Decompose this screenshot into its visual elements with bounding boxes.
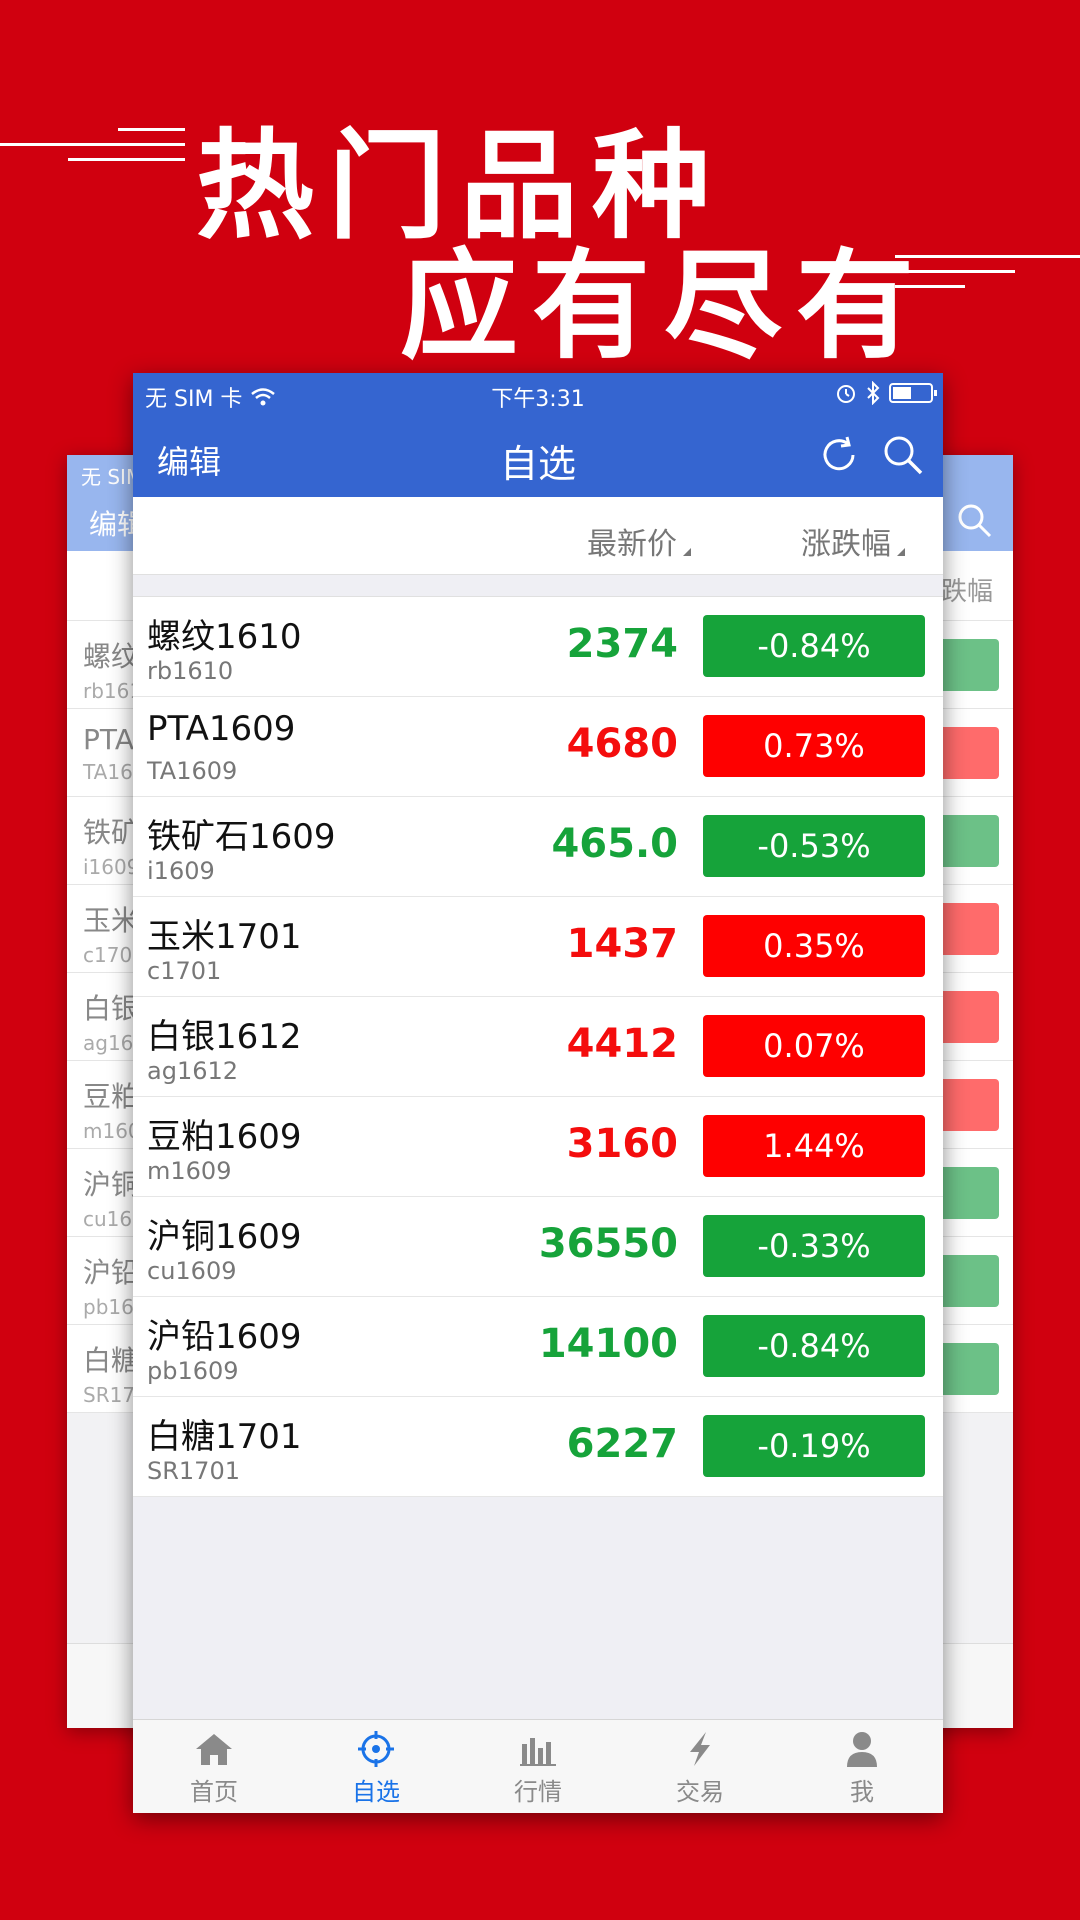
wifi-icon — [251, 388, 276, 406]
status-right — [835, 381, 937, 405]
contract-name: PTA1609 — [147, 709, 296, 749]
back-change-badge — [939, 815, 999, 867]
tab-label: 自选 — [352, 1778, 400, 1806]
change-percent-label: 涨跌幅 — [801, 527, 891, 562]
table-row[interactable]: 豆粕1609 m1609 3160 1.44% — [133, 1097, 943, 1197]
table-row[interactable]: 铁矿石1609 i1609 465.0 -0.53% — [133, 797, 943, 897]
status-bar: 无 SIM 卡 下午3:31 — [133, 373, 943, 413]
contract-code: pb1609 — [147, 1357, 239, 1385]
table-row[interactable]: 沪铅1609 pb1609 14100 -0.84% — [133, 1297, 943, 1397]
back-change-badge — [939, 1167, 999, 1219]
watchlist: 螺纹1610 rb1610 2374 -0.84% PTA1609 TA1609 4680 0… — [133, 597, 943, 1497]
bar-chart-icon — [520, 1738, 556, 1766]
status-left: 无 SIM 卡 — [145, 381, 276, 413]
tab-label: 交易 — [676, 1778, 724, 1806]
change-percent-badge[interactable]: -0.53% — [703, 815, 925, 877]
tab-trade[interactable]: 交易 — [619, 1720, 781, 1813]
sort-triangle-icon — [683, 548, 691, 556]
table-row[interactable]: 玉米1701 c1701 1437 0.35% — [133, 897, 943, 997]
change-percent-badge[interactable]: -0.84% — [703, 615, 925, 677]
table-row[interactable]: 白银1612 ag1612 4412 0.07% — [133, 997, 943, 1097]
home-icon — [196, 1734, 232, 1765]
bluetooth-icon — [867, 381, 880, 405]
contract-code: c1701 — [147, 957, 222, 985]
latest-price: 1437 — [566, 921, 678, 967]
crosshair-icon — [358, 1731, 394, 1767]
tab-label: 首页 — [190, 1778, 238, 1806]
battery-icon — [889, 383, 937, 403]
tab-label: 行情 — [514, 1778, 562, 1806]
contract-code: TA1609 — [147, 757, 238, 785]
sort-latest-price[interactable]: 最新价 — [587, 519, 691, 563]
banner-headline-2: 应有尽有 — [400, 236, 929, 375]
contract-code: ag1612 — [147, 1057, 239, 1085]
back-change-badge — [939, 727, 999, 779]
contract-code: cu1609 — [147, 1257, 237, 1285]
change-percent-badge[interactable]: -0.33% — [703, 1215, 925, 1277]
table-row[interactable]: 沪铜1609 cu1609 36550 -0.33% — [133, 1197, 943, 1297]
change-percent-badge[interactable]: 0.07% — [703, 1015, 925, 1077]
latest-price: 36550 — [538, 1221, 678, 1267]
phone-screen: 无 SIM 卡 下午3:31 编辑 自选 最新价 涨跌幅 螺纹1610 rb16… — [133, 373, 943, 1813]
latest-price: 4680 — [566, 721, 678, 767]
contract-name: 沪铅1609 — [147, 1317, 302, 1357]
banner-line — [68, 158, 185, 161]
contract-name: 铁矿石1609 — [147, 817, 336, 857]
change-percent-badge[interactable]: -0.19% — [703, 1415, 925, 1477]
nav-bar: 编辑 自选 — [133, 413, 943, 497]
contract-name: 沪铜1609 — [147, 1217, 302, 1257]
tab-me[interactable]: 我 — [781, 1720, 943, 1813]
change-percent-badge[interactable]: 0.35% — [703, 915, 925, 977]
back-change-badge — [939, 1255, 999, 1307]
lightning-icon — [690, 1732, 710, 1766]
contract-name: 白糖1701 — [147, 1417, 302, 1457]
back-change-badge — [939, 1079, 999, 1131]
alarm-icon — [837, 385, 855, 403]
search-icon[interactable] — [881, 433, 925, 477]
back-change-badge — [939, 1343, 999, 1395]
sort-change-percent[interactable]: 涨跌幅 — [801, 519, 905, 563]
table-row[interactable]: PTA1609 TA1609 4680 0.73% — [133, 697, 943, 797]
back-change-badge — [939, 903, 999, 955]
latest-price: 6227 — [566, 1421, 678, 1467]
change-percent-badge[interactable]: 1.44% — [703, 1115, 925, 1177]
latest-price: 4412 — [566, 1021, 678, 1067]
user-icon — [847, 1732, 877, 1767]
latest-price: 465.0 — [551, 821, 678, 867]
contract-code: SR1701 — [147, 1457, 240, 1485]
carrier-label: 无 SIM 卡 — [145, 387, 243, 412]
contract-code: m1609 — [147, 1157, 232, 1185]
back-change-badge — [939, 991, 999, 1043]
contract-code: rb1610 — [147, 657, 234, 685]
page-title: 自选 — [499, 442, 577, 486]
banner-line — [118, 128, 185, 131]
back-search-icon — [958, 504, 992, 538]
contract-code: i1609 — [147, 857, 215, 885]
contract-name: 白银1612 — [147, 1017, 302, 1057]
table-row[interactable]: 白糖1701 SR1701 6227 -0.19% — [133, 1397, 943, 1497]
contract-name: 玉米1701 — [147, 917, 302, 957]
header-spacer — [133, 575, 943, 597]
edit-button[interactable]: 编辑 — [157, 437, 221, 483]
table-row[interactable]: 螺纹1610 rb1610 2374 -0.84% — [133, 597, 943, 697]
contract-name: 螺纹1610 — [147, 617, 302, 657]
latest-price-label: 最新价 — [587, 527, 677, 562]
tab-bar: 首页 自选 行情 交易 我 — [133, 1719, 943, 1813]
tab-market[interactable]: 行情 — [457, 1720, 619, 1813]
latest-price: 3160 — [566, 1121, 678, 1167]
refresh-icon[interactable] — [817, 433, 861, 477]
change-percent-badge[interactable]: 0.73% — [703, 715, 925, 777]
tab-home[interactable]: 首页 — [133, 1720, 295, 1813]
tab-label: 我 — [850, 1778, 874, 1806]
contract-name: 豆粕1609 — [147, 1117, 302, 1157]
tab-watchlist[interactable]: 自选 — [295, 1720, 457, 1813]
column-header: 最新价 涨跌幅 — [133, 497, 943, 575]
clock: 下午3:31 — [491, 387, 585, 412]
banner-line — [0, 143, 185, 146]
latest-price: 2374 — [566, 621, 678, 667]
back-change-badge — [939, 639, 999, 691]
sort-triangle-icon — [897, 548, 905, 556]
change-percent-badge[interactable]: -0.84% — [703, 1315, 925, 1377]
latest-price: 14100 — [538, 1321, 678, 1367]
